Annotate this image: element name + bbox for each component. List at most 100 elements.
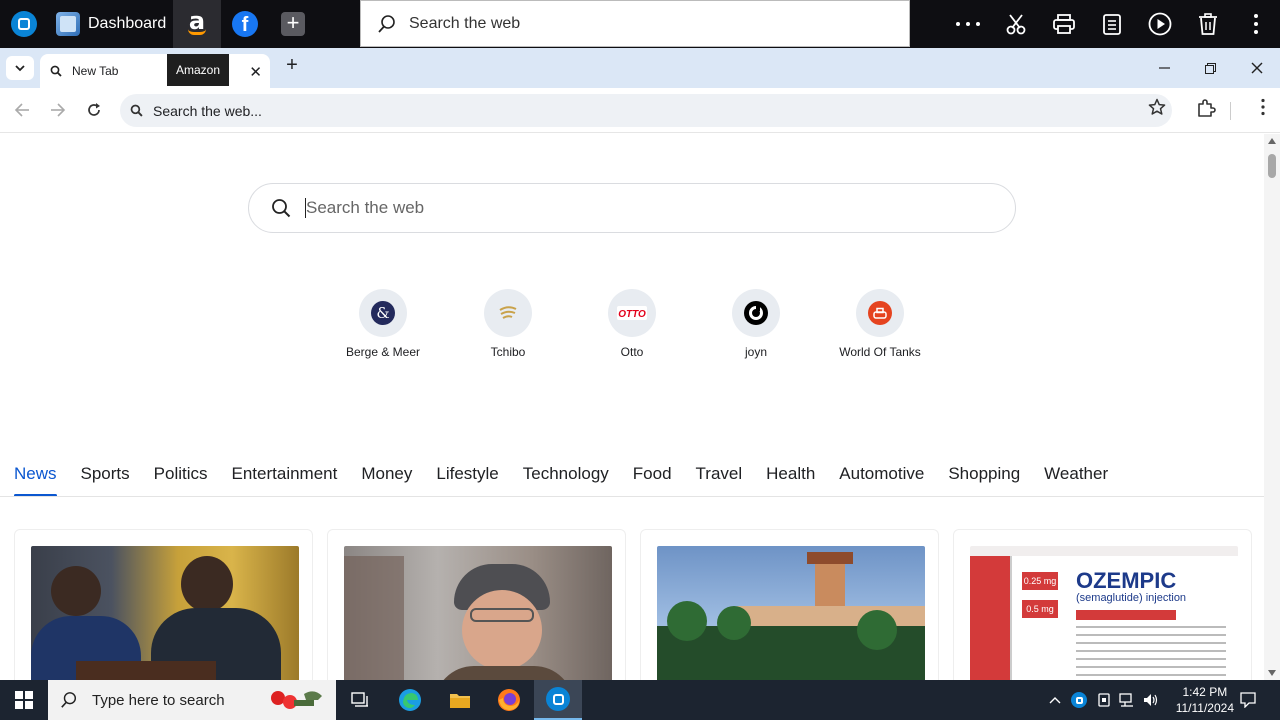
news-image-snowy-portrait [344,546,612,680]
svg-text:OTTO: OTTO [618,309,646,320]
tab-search-button[interactable] [6,56,34,80]
amazon-button[interactable]: a [173,0,221,48]
news-category-tabs: News Sports Politics Entertainment Money… [14,455,1108,497]
search-icon [130,104,143,117]
otto-icon: OTTO [608,289,656,337]
task-view-icon [351,692,368,707]
chevron-up-icon [1049,697,1061,704]
svg-text:&: & [376,304,389,322]
tab-food[interactable]: Food [633,455,672,497]
close-tab-icon[interactable]: ✕ [249,63,262,81]
taskbar-search-placeholder: Type here to search [92,691,225,709]
more-dots-button[interactable] [944,0,992,48]
close-icon [1251,62,1263,74]
folder-icon [450,694,470,708]
firefox-taskbar-button[interactable] [489,680,529,720]
start-button[interactable] [0,680,48,720]
tab-shopping[interactable]: Shopping [948,455,1020,497]
new-tab-button[interactable]: + [282,54,302,82]
tray-device-button[interactable] [1094,680,1114,720]
app-logo-icon [1071,692,1087,708]
edge-taskbar-button[interactable] [390,680,430,720]
search-icon [50,65,62,77]
clipboard-icon [1103,14,1121,35]
top-search-input[interactable]: Search the web [360,0,910,47]
tab-weather[interactable]: Weather [1044,455,1108,497]
clock-date: 11/11/2024 [1175,701,1234,715]
app-menu-button[interactable] [1232,0,1280,48]
tab-tooltip: Amazon [167,54,229,86]
omnibox-placeholder: Search the web... [153,102,262,119]
shortcut-berge-meer[interactable]: & Berge & Meer [328,289,438,359]
cut-button[interactable] [992,0,1040,48]
news-card[interactable]: 0.25 mg 0.5 mg OZEMPIC (semaglutide) inj… [953,529,1252,680]
scrollbar-thumb[interactable] [1268,154,1276,178]
minimize-button[interactable] [1141,48,1187,88]
more-horizontal-icon [956,22,980,26]
notes-button[interactable] [1088,0,1136,48]
tray-app-button[interactable] [1068,680,1090,720]
scroll-down-icon [1268,670,1276,676]
page-scrollbar[interactable] [1264,134,1280,680]
add-app-button[interactable]: + [269,0,317,48]
notification-icon [1240,692,1256,708]
top-search-placeholder: Search the web [409,14,521,32]
dashboard-icon [56,12,80,36]
tab-health[interactable]: Health [766,455,815,497]
restore-button[interactable] [1187,48,1233,88]
network-button[interactable] [1116,680,1138,720]
tab-travel[interactable]: Travel [696,455,743,497]
tab-news[interactable]: News [14,455,57,497]
news-card[interactable] [14,529,313,680]
taskbar-search-input[interactable]: Type here to search [48,680,336,720]
device-icon [1098,693,1110,707]
dashboard-button[interactable]: Dashboard [50,0,172,48]
print-button[interactable] [1040,0,1088,48]
play-button[interactable] [1136,0,1184,48]
browser-menu-button[interactable] [1260,98,1266,121]
speaker-icon [1144,694,1158,706]
tab-entertainment[interactable]: Entertainment [232,455,338,497]
shortcut-joyn[interactable]: joyn [701,289,811,359]
shortcut-tchibo[interactable]: Tchibo [453,289,563,359]
app-logo-button[interactable] [0,0,48,48]
tab-politics[interactable]: Politics [154,455,208,497]
tab-money[interactable]: Money [361,455,412,497]
shortcut-world-of-tanks[interactable]: World Of Tanks [825,289,935,359]
shortcut-label: World Of Tanks [839,345,921,359]
taskbar-clock[interactable]: 1:42 PM 11/11/2024 [1176,684,1234,716]
tab-lifestyle[interactable]: Lifestyle [436,455,498,497]
tab-automotive[interactable]: Automotive [839,455,924,497]
page-search-input[interactable]: Search the web [248,183,1016,233]
app-logo-icon [546,687,570,711]
new-tab-page: Search the web & Berge & Meer Tchibo OTT… [0,134,1264,680]
news-card[interactable] [327,529,626,680]
back-button[interactable] [10,98,34,122]
shortcut-label: Tchibo [490,345,526,359]
extensions-button[interactable] [1196,98,1216,123]
show-hidden-icons-button[interactable] [1046,680,1064,720]
category-divider [0,496,1264,497]
omnibox-input[interactable]: Search the web... [120,94,1172,127]
file-explorer-taskbar-button[interactable] [440,680,480,720]
play-circle-icon [1148,12,1172,36]
tab-technology[interactable]: Technology [523,455,609,497]
volume-button[interactable] [1140,680,1162,720]
tab-sports[interactable]: Sports [81,455,130,497]
delete-button[interactable] [1184,0,1232,48]
tab-new-tab[interactable]: New Tab ✕ [40,54,270,88]
close-window-button[interactable] [1234,48,1280,88]
task-view-button[interactable] [340,680,380,720]
notifications-button[interactable] [1234,680,1262,720]
search-icon [378,14,395,33]
reload-button[interactable] [82,98,106,122]
news-card[interactable] [640,529,939,680]
news-image-palm-estate [657,546,925,680]
facebook-button[interactable]: f [221,0,269,48]
browser-taskbar-button[interactable] [534,680,582,720]
forward-button[interactable] [46,98,70,122]
clock-time: 1:42 PM [1182,685,1228,699]
bookmark-button[interactable] [1148,98,1166,121]
news-cards: 0.25 mg 0.5 mg OZEMPIC (semaglutide) inj… [14,529,1252,680]
shortcut-otto[interactable]: OTTO Otto [577,289,687,359]
